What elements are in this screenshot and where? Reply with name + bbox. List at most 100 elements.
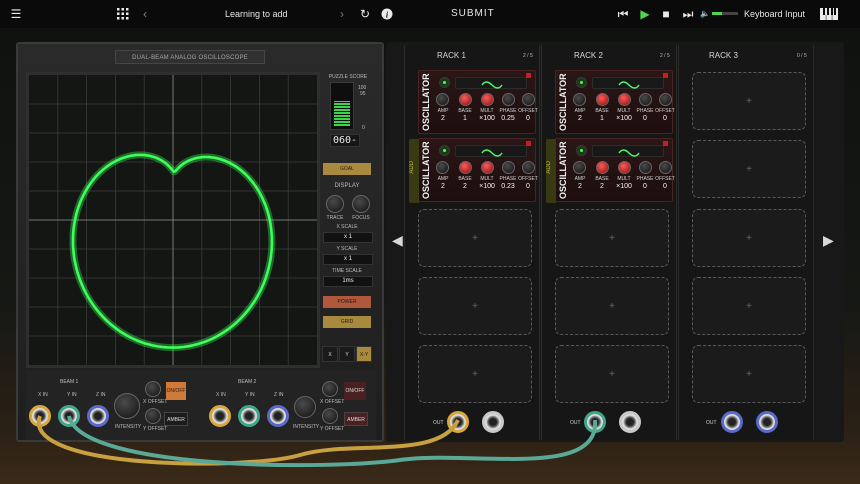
rack3-out-jack[interactable] [721, 411, 743, 433]
beam2-y-offset-knob[interactable] [322, 408, 338, 424]
waveform-selector[interactable] [455, 77, 527, 89]
offset-knob[interactable] [522, 161, 535, 174]
beam1-z-in-jack[interactable] [87, 405, 109, 427]
empty-slot[interactable]: + [692, 277, 806, 335]
base-knob[interactable] [459, 161, 472, 174]
rack2-oscillator-2[interactable]: ADD OSCILLATOR AMP BASE MULT PHASE OFFSE… [546, 138, 675, 203]
mode-xy-button[interactable]: X-Y [356, 346, 372, 362]
offset-knob[interactable] [659, 93, 672, 106]
y-scale-select[interactable]: x 1 [323, 254, 373, 265]
mult-knob[interactable] [481, 93, 494, 106]
empty-slot[interactable]: + [555, 277, 669, 335]
amp-knob[interactable] [436, 161, 449, 174]
module-type-label: OSCILLATOR [421, 141, 431, 199]
beam2-z-in-jack[interactable] [267, 405, 289, 427]
module-enable-button[interactable] [576, 77, 587, 88]
beam2-onoff-button[interactable]: ON/OFF [344, 382, 366, 400]
time-scale-select[interactable]: 1ms [323, 276, 373, 287]
amp-knob[interactable] [436, 93, 449, 106]
grid-menu-icon[interactable] [115, 6, 131, 22]
waveform-selector[interactable] [455, 145, 527, 157]
reset-icon[interactable]: ↻ [357, 6, 373, 22]
beam1-intensity-knob[interactable] [114, 393, 140, 419]
rack1-oscillator-1[interactable]: OSCILLATOR AMP BASE MULT PHASE OFFSET 2 … [418, 70, 538, 134]
goal-button[interactable]: GOAL [323, 163, 371, 175]
base-knob[interactable] [459, 93, 472, 106]
mult-knob[interactable] [481, 161, 494, 174]
add-tab[interactable]: ADD [409, 139, 419, 203]
mult-knob[interactable] [618, 161, 631, 174]
rack2-out-jack-2[interactable] [619, 411, 641, 433]
empty-slot[interactable]: + [418, 345, 532, 403]
amp-knob[interactable] [573, 161, 586, 174]
rack1-out-jack[interactable] [447, 411, 469, 433]
phase-knob[interactable] [502, 93, 515, 106]
grid-button[interactable]: GRID [323, 316, 371, 328]
beam1-amber-button[interactable]: AMBER [164, 412, 188, 426]
module-enable-button[interactable] [576, 145, 587, 156]
volume-slider[interactable] [712, 12, 738, 15]
rack-scroll-left-icon[interactable]: ◀ [392, 232, 403, 249]
phase-knob[interactable] [639, 161, 652, 174]
beam1-x-in-jack[interactable] [29, 405, 51, 427]
volume-icon[interactable]: 🔈 [697, 6, 713, 22]
mult-knob[interactable] [618, 93, 631, 106]
module-enable-button[interactable] [439, 145, 450, 156]
skip-back-icon[interactable]: ⏮ [615, 6, 631, 22]
module-remove-icon[interactable] [663, 73, 668, 78]
skip-forward-icon[interactable]: ⏭ [680, 6, 696, 22]
previous-puzzle-icon[interactable]: ‹ [137, 6, 153, 22]
rack2-out-jack[interactable] [584, 411, 606, 433]
waveform-selector[interactable] [592, 145, 664, 157]
mode-x-button[interactable]: X [322, 346, 338, 362]
next-puzzle-icon[interactable]: › [334, 6, 350, 22]
offset-knob[interactable] [522, 93, 535, 106]
trace-knob[interactable] [326, 195, 344, 213]
beam1-y-in-jack[interactable] [58, 405, 80, 427]
empty-slot[interactable]: + [555, 345, 669, 403]
stop-icon[interactable]: ■ [658, 6, 674, 22]
rack1-oscillator-2[interactable]: ADD OSCILLATOR AMP BASE MULT PHASE OFFSE… [409, 138, 538, 203]
empty-slot[interactable]: + [692, 140, 806, 198]
offset-knob[interactable] [659, 161, 672, 174]
module-enable-button[interactable] [439, 77, 450, 88]
focus-knob[interactable] [352, 195, 370, 213]
piano-keyboard-icon[interactable] [820, 6, 838, 22]
rack-scroll-right-icon[interactable]: ▶ [823, 232, 834, 249]
empty-slot[interactable]: + [418, 277, 532, 335]
add-tab[interactable]: ADD [546, 139, 556, 203]
module-remove-icon[interactable] [663, 141, 668, 146]
beam1-x-offset-knob[interactable] [145, 381, 161, 397]
waveform-selector[interactable] [592, 77, 664, 89]
base-knob[interactable] [596, 93, 609, 106]
amp-knob[interactable] [573, 93, 586, 106]
info-icon[interactable]: i [379, 6, 395, 22]
empty-slot[interactable]: + [418, 209, 532, 267]
rack1-out-jack-2[interactable] [482, 411, 504, 433]
beam1-onoff-button[interactable]: ON/OFF [166, 382, 186, 400]
submit-button[interactable]: SUBMIT [451, 0, 495, 28]
phase-knob[interactable] [639, 93, 652, 106]
play-icon[interactable]: ▶ [637, 6, 653, 22]
beam2-x-in-jack[interactable] [209, 405, 231, 427]
beam1-y-offset-knob[interactable] [145, 408, 161, 424]
beam2-intensity-knob[interactable] [294, 396, 316, 418]
power-button[interactable]: POWER [323, 296, 371, 308]
beam2-x-offset-knob[interactable] [322, 381, 338, 397]
beam2-amber-button[interactable]: AMBER [344, 412, 368, 426]
phase-knob[interactable] [502, 161, 515, 174]
module-remove-icon[interactable] [526, 73, 531, 78]
rack3-out-jack-2[interactable] [756, 411, 778, 433]
rack2-oscillator-1[interactable]: OSCILLATOR AMP BASE MULT PHASE OFFSET 2 … [555, 70, 675, 134]
empty-slot[interactable]: + [555, 209, 669, 267]
mode-y-button[interactable]: Y [339, 346, 355, 362]
x-scale-select[interactable]: x 1 [323, 232, 373, 243]
module-remove-icon[interactable] [526, 141, 531, 146]
empty-slot[interactable]: + [692, 209, 806, 267]
empty-slot[interactable]: + [692, 345, 806, 403]
amp-value: 2 [441, 183, 445, 190]
base-knob[interactable] [596, 161, 609, 174]
empty-slot[interactable]: + [692, 72, 806, 130]
beam2-y-in-jack[interactable] [238, 405, 260, 427]
hamburger-menu-icon[interactable]: ☰ [8, 6, 24, 22]
